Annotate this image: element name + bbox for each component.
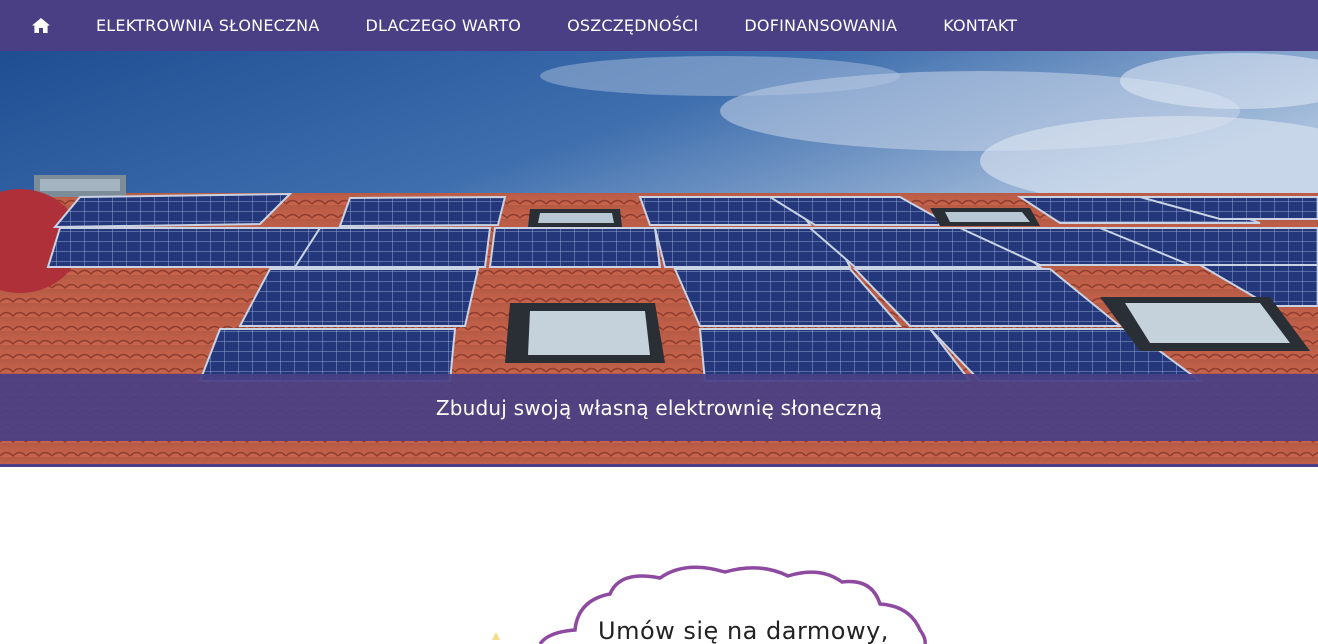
hero-divider (0, 464, 1318, 467)
nav-item-dofinansowania[interactable]: DOFINANSOWANIA (744, 0, 897, 51)
nav-home-link[interactable] (0, 0, 82, 51)
promo-cloud: Umów się na darmowy, (470, 560, 950, 644)
top-navigation: ELEKTROWNIA SŁONECZNA DLACZEGO WARTO OSZ… (0, 0, 1318, 51)
cloud-promo-text: Umów się na darmowy, (598, 617, 889, 644)
nav-item-elektrownia[interactable]: ELEKTROWNIA SŁONECZNA (96, 0, 319, 51)
home-icon (32, 18, 50, 33)
nav-item-dlaczego-warto[interactable]: DLACZEGO WARTO (365, 0, 521, 51)
hero-banner: Zbuduj swoją własną elektrownię słoneczn… (0, 51, 1318, 467)
hero-caption-band: Zbuduj swoją własną elektrownię słoneczn… (0, 374, 1318, 441)
nav-item-oszczednosci[interactable]: OSZCZĘDNOŚCI (567, 0, 698, 51)
hero-caption: Zbuduj swoją własną elektrownię słoneczn… (435, 395, 883, 420)
nav-item-kontakt[interactable]: KONTAKT (943, 0, 1017, 51)
